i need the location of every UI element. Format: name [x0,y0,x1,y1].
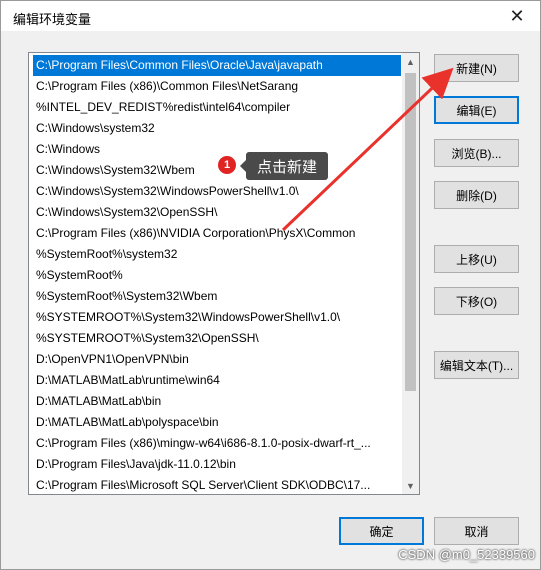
path-list-item[interactable]: %SYSTEMROOT%\System32\OpenSSH\ [33,328,401,349]
edit-environment-variable-dialog: 编辑环境变量 ✕ C:\Program Files\Common Files\O… [0,0,541,570]
path-list-rows: C:\Program Files\Common Files\Oracle\Jav… [33,55,401,494]
path-list-item[interactable]: D:\MATLAB\MatLab\bin [33,391,401,412]
move-down-button[interactable]: 下移(O) [434,287,519,315]
browse-button[interactable]: 浏览(B)... [434,139,519,167]
path-list-item[interactable]: C:\Program Files (x86)\Common Files\NetS… [33,76,401,97]
new-button[interactable]: 新建(N) [434,54,519,82]
scroll-down-arrow-icon[interactable]: ▼ [402,477,419,494]
ok-button[interactable]: 确定 [339,517,424,545]
path-list-item[interactable]: %SYSTEMROOT%\System32\WindowsPowerShell\… [33,307,401,328]
delete-button[interactable]: 删除(D) [434,181,519,209]
path-list-item[interactable]: D:\OpenVPN1\OpenVPN\bin [33,349,401,370]
path-list-item[interactable]: %SystemRoot%\System32\Wbem [33,286,401,307]
step-number-badge: 1 [218,156,236,174]
annotation-label: 点击新建 [240,152,328,180]
scroll-thumb[interactable] [405,73,416,391]
watermark: CSDN @m0_52339560 [398,547,535,562]
edit-button[interactable]: 编辑(E) [434,96,519,124]
path-list-item[interactable]: D:\Program Files\Java\jdk-11.0.12\bin [33,454,401,475]
path-list-item[interactable]: %SystemRoot%\system32 [33,244,401,265]
cancel-button[interactable]: 取消 [434,517,519,545]
title-bar: 编辑环境变量 ✕ [1,1,540,31]
move-up-button[interactable]: 上移(U) [434,245,519,273]
path-list[interactable]: C:\Program Files\Common Files\Oracle\Jav… [28,52,420,495]
path-list-item[interactable]: C:\Windows [33,139,401,160]
path-list-item[interactable]: C:\Windows\system32 [33,118,401,139]
path-list-item[interactable]: C:\Windows\System32\Wbem [33,160,401,181]
edit-text-button[interactable]: 编辑文本(T)... [434,351,519,379]
path-list-item[interactable]: C:\Windows\System32\OpenSSH\ [33,202,401,223]
close-icon: ✕ [509,5,525,26]
path-list-item[interactable]: C:\Program Files\Common Files\Oracle\Jav… [33,55,401,76]
vertical-scrollbar[interactable]: ▲ ▼ [402,53,419,494]
close-button[interactable]: ✕ [494,1,540,31]
path-list-item[interactable]: D:\MATLAB\MatLab\runtime\win64 [33,370,401,391]
path-list-item[interactable]: C:\Program Files\Microsoft SQL Server\Cl… [33,475,401,494]
path-list-item[interactable]: C:\Program Files (x86)\NVIDIA Corporatio… [33,223,401,244]
window-title: 编辑环境变量 [13,12,92,27]
path-list-item[interactable]: D:\MATLAB\MatLab\polyspace\bin [33,412,401,433]
path-list-item[interactable]: C:\Windows\System32\WindowsPowerShell\v1… [33,181,401,202]
path-list-item[interactable]: C:\Program Files (x86)\mingw-w64\i686-8.… [33,433,401,454]
path-list-item[interactable]: %INTEL_DEV_REDIST%redist\intel64\compile… [33,97,401,118]
scroll-up-arrow-icon[interactable]: ▲ [402,53,419,70]
path-list-item[interactable]: %SystemRoot% [33,265,401,286]
